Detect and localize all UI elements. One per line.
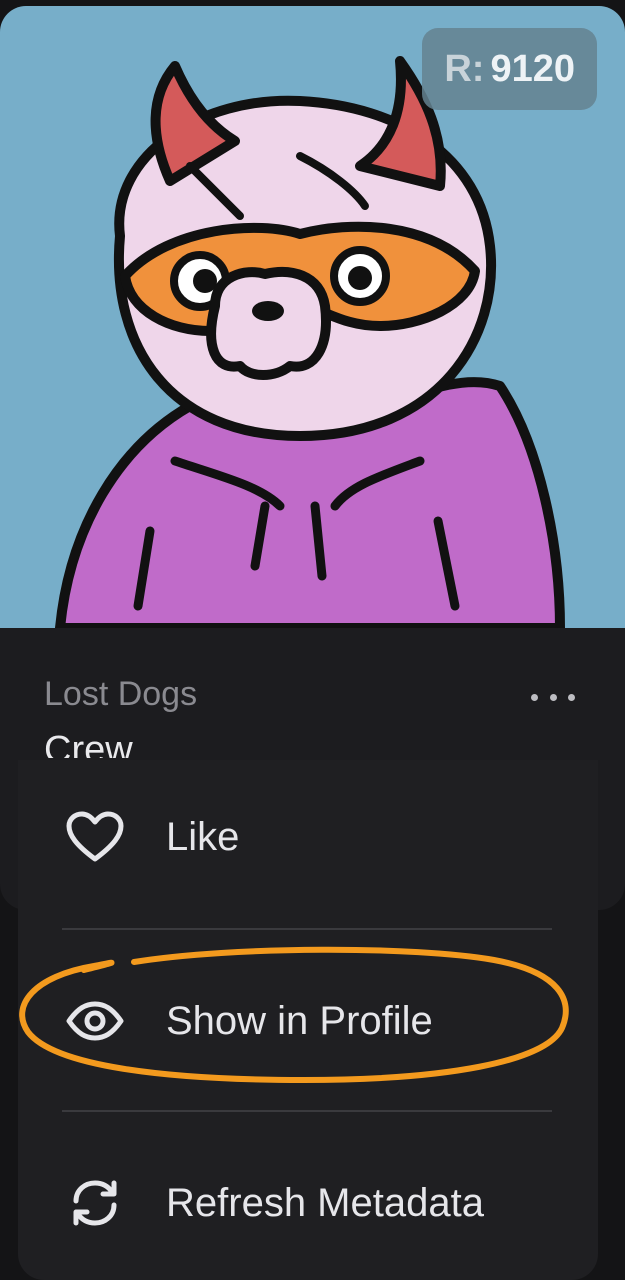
dot-icon [531,693,538,701]
rarity-prefix: R: [444,47,485,90]
rarity-value: 9120 [490,47,575,90]
dot-icon [549,693,557,701]
divider [62,928,552,930]
menu-item-label: Like [166,814,240,859]
eye-icon [66,992,124,1050]
context-menu: Like Show in Profile Refresh Metadata [18,760,598,1280]
nft-image[interactable]: R: 9120 [0,6,625,628]
rarity-badge: R: 9120 [422,28,597,110]
token-name: Crew [44,729,133,758]
menu-item-like[interactable]: Like [66,808,239,866]
more-options-button[interactable] [531,682,575,712]
menu-item-show-in-profile[interactable]: Show in Profile [66,992,433,1050]
heart-icon [66,808,124,866]
refresh-icon [66,1174,124,1232]
dot-icon [568,693,575,701]
menu-item-label: Show in Profile [166,998,433,1043]
collection-name[interactable]: Lost Dogs [44,674,197,714]
divider [62,1110,552,1112]
menu-item-label: Refresh Metadata [166,1180,484,1225]
nft-info: Lost Dogs Crew [44,674,197,758]
menu-item-refresh-metadata[interactable]: Refresh Metadata [66,1174,484,1232]
